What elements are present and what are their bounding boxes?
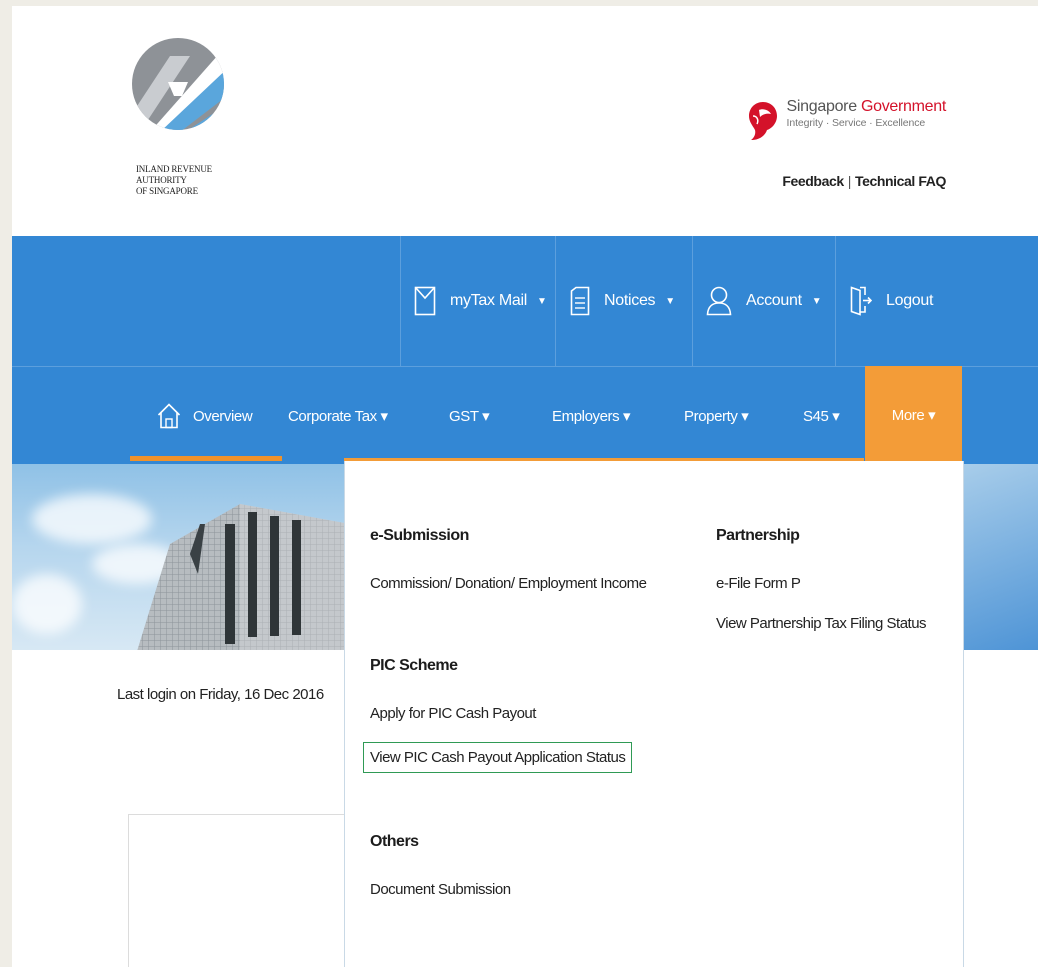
- govt-name: Singapore Government: [786, 98, 947, 116]
- page: INLAND REVENUE AUTHORITY OF SINGAPORE Si…: [0, 0, 1038, 967]
- chevron-down-icon: ▼: [537, 295, 547, 307]
- govt-tagline: Integrity · Service · Excellence: [786, 117, 926, 129]
- apply-pic-cash-payout-link[interactable]: Apply for PIC Cash Payout: [370, 705, 536, 722]
- more-dropdown-accent: [344, 458, 864, 461]
- efile-form-p-link[interactable]: e-File Form P: [716, 575, 801, 592]
- bar-divider: [835, 236, 836, 366]
- link-separator: |: [847, 173, 852, 189]
- esubmission-heading: e-Submission: [370, 527, 469, 544]
- account-label: Account: [746, 292, 802, 309]
- chevron-down-icon: ▼: [665, 295, 675, 307]
- hero-cloud: [12, 574, 82, 634]
- more-dropdown-menu: e-Submission Commission/ Donation/ Emplo…: [344, 461, 964, 967]
- nav-employers[interactable]: Employers ▾: [552, 367, 631, 465]
- nav-gst[interactable]: GST ▾: [449, 367, 490, 465]
- govt-name-singapore: Singapore: [786, 98, 861, 115]
- last-login-text: Last login on Friday, 16 Dec 2016: [117, 686, 324, 703]
- logo-line: AUTHORITY: [136, 175, 187, 185]
- nav-more[interactable]: More ▾: [865, 366, 962, 464]
- nav-property[interactable]: Property ▾: [684, 367, 749, 465]
- nav-active-indicator: [130, 456, 282, 461]
- iras-logo[interactable]: INLAND REVENUE AUTHORITY OF SINGAPORE: [130, 36, 226, 206]
- hero-right-sky: [962, 464, 1038, 650]
- iras-logo-icon: [132, 38, 224, 130]
- content-panel: [128, 814, 348, 967]
- merlion-lion-icon: [748, 102, 777, 140]
- logout-button[interactable]: Logout: [850, 236, 933, 366]
- nav-s45[interactable]: S45 ▾: [803, 367, 840, 465]
- commission-donation-employment-link[interactable]: Commission/ Donation/ Employment Income: [370, 575, 647, 592]
- building-illustration: [137, 504, 350, 650]
- bar-divider: [692, 236, 693, 366]
- logo-line: OF SINGAPORE: [136, 186, 198, 196]
- account-menu[interactable]: Account ▼: [706, 236, 822, 366]
- nav-overview-label: Overview: [193, 407, 253, 425]
- logout-label: Logout: [886, 292, 934, 309]
- logout-icon: [850, 286, 872, 316]
- mytaxmail-label: myTax Mail: [450, 292, 528, 309]
- iras-logo-text: INLAND REVENUE AUTHORITY OF SINGAPORE: [136, 164, 212, 197]
- chevron-down-icon: ▼: [811, 295, 822, 307]
- technical-faq-link[interactable]: Technical FAQ: [855, 173, 946, 189]
- mytaxmail-menu[interactable]: myTax Mail ▼: [414, 236, 547, 366]
- notices-label: Notices: [604, 292, 656, 309]
- document-submission-link[interactable]: Document Submission: [370, 881, 511, 898]
- bar-divider: [555, 236, 556, 366]
- mail-icon: [414, 286, 436, 316]
- feedback-link[interactable]: Feedback: [782, 173, 844, 189]
- partnership-heading: Partnership: [716, 527, 800, 544]
- notices-menu[interactable]: Notices ▼: [570, 236, 675, 366]
- pic-scheme-heading: PIC Scheme: [370, 657, 458, 674]
- logo-line: INLAND REVENUE: [136, 164, 212, 174]
- others-heading: Others: [370, 833, 419, 850]
- browser-page-frame: INLAND REVENUE AUTHORITY OF SINGAPORE Si…: [12, 6, 1038, 967]
- document-icon: [570, 286, 590, 316]
- user-icon: [706, 286, 732, 316]
- nav-corporate-tax[interactable]: Corporate Tax ▾: [288, 367, 388, 465]
- view-pic-payout-status-link[interactable]: View PIC Cash Payout Application Status: [362, 742, 633, 773]
- top-links: Feedback | Technical FAQ: [782, 173, 946, 189]
- bar-divider: [400, 236, 401, 366]
- utility-bar: myTax Mail ▼ Notices ▼ Account ▼ Logout: [12, 236, 1038, 366]
- nav-overview[interactable]: Overview: [157, 367, 253, 465]
- govt-name-government: Government: [860, 98, 946, 115]
- singapore-government-brand[interactable]: Singapore Government Integrity · Service…: [748, 98, 947, 140]
- home-icon: [157, 403, 181, 429]
- view-partnership-filing-status-link[interactable]: View Partnership Tax Filing Status: [716, 615, 927, 632]
